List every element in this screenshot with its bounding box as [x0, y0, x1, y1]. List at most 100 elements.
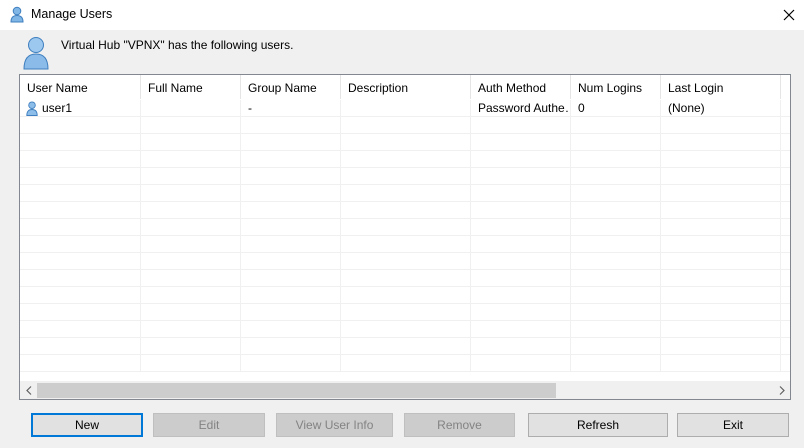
empty-cell	[341, 168, 471, 185]
empty-cell	[571, 134, 661, 151]
empty-cell	[241, 134, 341, 151]
chevron-right-icon	[779, 386, 785, 395]
empty-cell	[471, 185, 571, 202]
close-button[interactable]	[774, 0, 804, 30]
empty-cell	[661, 355, 781, 372]
column-header-last-login[interactable]: Last Login	[661, 75, 781, 99]
cell-auth-method: Password Authe…	[471, 100, 571, 117]
column-header-group-name[interactable]: Group Name	[241, 75, 341, 99]
empty-row	[20, 117, 790, 134]
empty-cell	[571, 253, 661, 270]
empty-cell	[341, 253, 471, 270]
empty-cell	[471, 287, 571, 304]
new-button[interactable]: New	[31, 413, 143, 437]
empty-cell	[571, 236, 661, 253]
empty-cell	[141, 321, 241, 338]
table-row[interactable]: user1 - Password Authe… 0 (None)	[20, 100, 790, 117]
empty-cell	[661, 304, 781, 321]
empty-cell	[241, 287, 341, 304]
empty-cell	[471, 151, 571, 168]
title-bar: Manage Users	[0, 0, 804, 30]
column-header-user-name[interactable]: User Name	[20, 75, 141, 99]
edit-button[interactable]: Edit	[153, 413, 265, 437]
empty-cell	[471, 338, 571, 355]
empty-cell	[241, 338, 341, 355]
empty-cell	[20, 151, 141, 168]
empty-cell	[571, 117, 661, 134]
empty-row	[20, 202, 790, 219]
empty-cell	[20, 270, 141, 287]
empty-row	[20, 355, 790, 372]
users-icon	[23, 37, 49, 70]
empty-cell	[661, 219, 781, 236]
view-user-info-button[interactable]: View User Info	[276, 413, 393, 437]
empty-row	[20, 270, 790, 287]
empty-cell	[571, 185, 661, 202]
close-icon	[783, 9, 795, 21]
empty-cell	[141, 134, 241, 151]
empty-cell	[241, 253, 341, 270]
remove-button[interactable]: Remove	[404, 413, 515, 437]
empty-cell	[571, 304, 661, 321]
empty-row	[20, 253, 790, 270]
empty-row	[20, 168, 790, 185]
empty-cell	[20, 219, 141, 236]
empty-cell	[341, 134, 471, 151]
scroll-left-button[interactable]	[20, 382, 37, 399]
horizontal-scrollbar[interactable]	[20, 381, 790, 399]
chevron-left-icon	[25, 386, 31, 395]
empty-cell	[241, 304, 341, 321]
empty-row	[20, 338, 790, 355]
empty-cell	[141, 168, 241, 185]
empty-cell	[20, 185, 141, 202]
empty-cell	[141, 236, 241, 253]
scrollbar-thumb[interactable]	[37, 383, 556, 398]
empty-cell	[20, 117, 141, 134]
empty-cell	[141, 253, 241, 270]
empty-cell	[20, 287, 141, 304]
empty-cell	[341, 355, 471, 372]
empty-cell	[141, 219, 241, 236]
empty-cell	[571, 321, 661, 338]
exit-button[interactable]: Exit	[677, 413, 789, 437]
empty-cell	[471, 253, 571, 270]
empty-cell	[141, 287, 241, 304]
empty-cell	[341, 304, 471, 321]
empty-cell	[571, 287, 661, 304]
empty-cell	[241, 321, 341, 338]
empty-cell	[471, 321, 571, 338]
empty-cell	[241, 202, 341, 219]
empty-cell	[661, 253, 781, 270]
empty-cell	[471, 134, 571, 151]
column-header-full-name[interactable]: Full Name	[141, 75, 241, 99]
cell-last-login: (None)	[661, 100, 781, 117]
empty-cell	[661, 185, 781, 202]
empty-row	[20, 134, 790, 151]
empty-row	[20, 151, 790, 168]
empty-row	[20, 236, 790, 253]
empty-cell	[141, 304, 241, 321]
empty-cell	[341, 185, 471, 202]
empty-cell	[241, 117, 341, 134]
cell-group-name: -	[241, 100, 341, 117]
empty-cell	[341, 151, 471, 168]
cell-description	[341, 100, 471, 117]
empty-cell	[241, 270, 341, 287]
empty-cell	[341, 117, 471, 134]
empty-cell	[20, 338, 141, 355]
empty-cell	[471, 202, 571, 219]
empty-cell	[20, 253, 141, 270]
column-header-num-logins[interactable]: Num Logins	[571, 75, 661, 99]
empty-cell	[341, 287, 471, 304]
column-header-auth-method[interactable]: Auth Method	[471, 75, 571, 99]
empty-cell	[571, 202, 661, 219]
users-list[interactable]: User Name Full Name Group Name Descripti…	[19, 74, 791, 400]
column-header-description[interactable]: Description	[341, 75, 471, 99]
empty-cell	[141, 270, 241, 287]
empty-cell	[341, 236, 471, 253]
empty-cell	[141, 355, 241, 372]
refresh-button[interactable]: Refresh	[528, 413, 668, 437]
empty-cell	[661, 202, 781, 219]
empty-cell	[661, 134, 781, 151]
scroll-right-button[interactable]	[773, 382, 790, 399]
